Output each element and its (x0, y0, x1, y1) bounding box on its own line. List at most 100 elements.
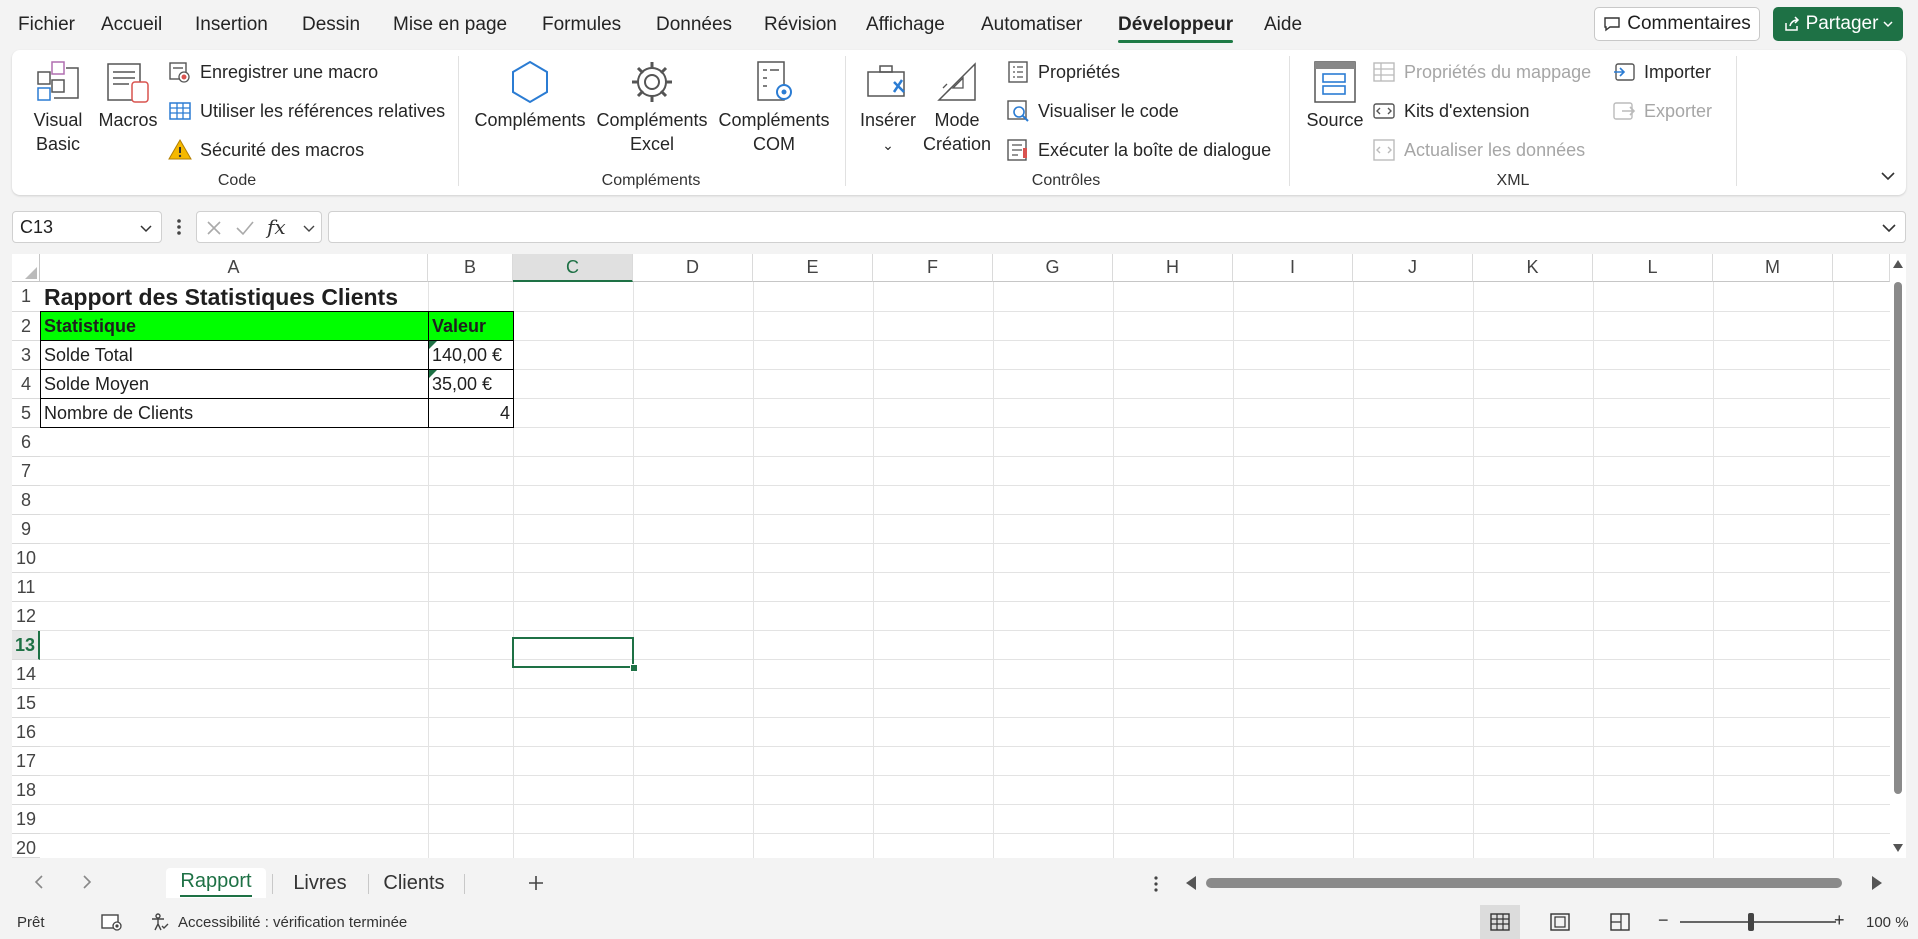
menu-mise-en-page[interactable]: Mise en page (393, 14, 507, 36)
properties-button[interactable]: Propriétés (1006, 58, 1120, 86)
xml-source-button[interactable]: Source (1302, 58, 1368, 132)
menu-accueil[interactable]: Accueil (101, 14, 162, 36)
menu-formules[interactable]: Formules (542, 14, 621, 36)
vertical-scroll-thumb[interactable] (1894, 282, 1902, 794)
expansion-packs-button[interactable]: Kits d'extension (1372, 97, 1530, 125)
accessibility-icon[interactable] (150, 912, 170, 932)
column-header-m[interactable]: M (1713, 254, 1833, 282)
zoom-in-icon[interactable]: + (1834, 910, 1845, 931)
error-indicator-icon[interactable] (429, 370, 437, 378)
share-button[interactable]: Partager (1773, 7, 1903, 41)
scroll-left-arrow-icon[interactable] (1186, 876, 1196, 890)
more-options-icon[interactable] (174, 216, 184, 238)
spreadsheet-grid[interactable]: A B C D E F G H I J K L M 1 2 3 4 5 6 7 … (12, 254, 1890, 858)
column-header-partial[interactable] (1833, 254, 1890, 282)
cell-b3[interactable]: 140,00 € (428, 340, 514, 370)
row-header-14[interactable]: 14 (12, 660, 40, 689)
fill-handle[interactable] (630, 664, 638, 672)
row-header-8[interactable]: 8 (12, 486, 40, 515)
zoom-level[interactable]: 100 % (1866, 914, 1909, 931)
comments-button[interactable]: Commentaires (1594, 7, 1760, 41)
menu-dessin[interactable]: Dessin (302, 14, 360, 36)
row-header-16[interactable]: 16 (12, 718, 40, 747)
error-indicator-icon[interactable] (429, 341, 437, 349)
map-properties-button[interactable]: Propriétés du mappage (1372, 58, 1591, 86)
row-header-20[interactable]: 20 (12, 834, 40, 858)
menu-automatiser[interactable]: Automatiser (981, 14, 1082, 36)
macros-button[interactable]: Macros (96, 58, 160, 132)
column-header-d[interactable]: D (633, 254, 753, 282)
cell-a4[interactable]: Solde Moyen (40, 369, 429, 399)
expand-formula-chevron-icon[interactable] (1881, 221, 1897, 235)
menu-affichage[interactable]: Affichage (866, 14, 945, 36)
row-header-1[interactable]: 1 (12, 282, 40, 312)
row-header-17[interactable]: 17 (12, 747, 40, 776)
next-sheet-chevron-icon[interactable] (82, 874, 92, 890)
macro-security-button[interactable]: Sécurité des macros (168, 136, 364, 164)
macro-recorder-icon[interactable] (101, 913, 123, 931)
cancel-x-icon[interactable] (205, 219, 223, 237)
cell-a5[interactable]: Nombre de Clients (40, 398, 429, 428)
collapse-ribbon-chevron-icon[interactable] (1880, 168, 1896, 184)
menu-revision[interactable]: Révision (764, 14, 837, 36)
row-header-15[interactable]: 15 (12, 689, 40, 718)
accessibility-status[interactable]: Accessibilité : vérification terminée (178, 914, 407, 931)
cell-b4[interactable]: 35,00 € (428, 369, 514, 399)
page-break-preview-icon[interactable] (1610, 913, 1630, 931)
menu-aide[interactable]: Aide (1264, 14, 1302, 36)
excel-addins-button[interactable]: Compléments Excel (594, 58, 710, 156)
cell-a1-report-title[interactable]: Rapport des Statistiques Clients (41, 283, 511, 312)
sheet-tab-rapport[interactable]: Rapport (166, 868, 266, 898)
record-macro-button[interactable]: Enregistrer une macro (168, 58, 378, 86)
column-header-e[interactable]: E (753, 254, 873, 282)
row-header-9[interactable]: 9 (12, 515, 40, 544)
row-header-10[interactable]: 10 (12, 544, 40, 573)
refresh-data-button[interactable]: Actualiser les données (1372, 136, 1585, 164)
column-header-l[interactable]: L (1593, 254, 1713, 282)
previous-sheet-chevron-icon[interactable] (34, 874, 44, 890)
com-addins-button[interactable]: Compléments COM (716, 58, 832, 156)
cell-b2-header[interactable]: Valeur (428, 311, 514, 341)
menu-fichier[interactable]: Fichier (18, 14, 75, 36)
column-header-h[interactable]: H (1113, 254, 1233, 282)
design-mode-button[interactable]: Mode Création (922, 58, 992, 156)
row-header-13[interactable]: 13 (12, 631, 40, 660)
sheet-tab-livres[interactable]: Livres (278, 868, 362, 898)
visual-basic-button[interactable]: Visual Basic (26, 58, 90, 156)
column-header-c[interactable]: C (513, 254, 633, 282)
row-header-12[interactable]: 12 (12, 602, 40, 631)
selected-cell-c13[interactable] (512, 637, 634, 668)
sheet-tab-clients[interactable]: Clients (372, 868, 456, 898)
row-header-11[interactable]: 11 (12, 573, 40, 602)
menu-developpeur[interactable]: Développeur (1118, 14, 1234, 43)
more-options-icon[interactable] (1152, 874, 1160, 894)
scroll-down-arrow-icon[interactable] (1893, 844, 1903, 852)
row-header-7[interactable]: 7 (12, 457, 40, 486)
relative-references-button[interactable]: Utiliser les références relatives (168, 97, 445, 125)
cell-b5[interactable]: 4 (428, 398, 514, 428)
scroll-up-arrow-icon[interactable] (1893, 260, 1903, 268)
row-header-2[interactable]: 2 (12, 312, 40, 341)
formula-input[interactable] (328, 211, 1906, 243)
column-header-b[interactable]: B (428, 254, 513, 282)
zoom-out-icon[interactable]: − (1658, 910, 1669, 931)
row-header-18[interactable]: 18 (12, 776, 40, 805)
insert-control-button[interactable]: Insérer ⌄ (858, 58, 918, 157)
xml-export-button[interactable]: Exporter (1612, 97, 1712, 125)
cell-a3[interactable]: Solde Total (40, 340, 429, 370)
insert-function-fx-icon[interactable]: fx (267, 215, 286, 239)
column-header-a[interactable]: A (40, 254, 428, 282)
row-header-5[interactable]: 5 (12, 399, 40, 428)
addins-button[interactable]: Compléments (472, 58, 588, 132)
menu-donnees[interactable]: Données (656, 14, 732, 36)
column-header-f[interactable]: F (873, 254, 993, 282)
zoom-slider-thumb[interactable] (1748, 913, 1754, 931)
row-header-19[interactable]: 19 (12, 805, 40, 834)
page-layout-view-icon[interactable] (1550, 913, 1570, 931)
confirm-check-icon[interactable] (235, 219, 255, 237)
row-header-6[interactable]: 6 (12, 428, 40, 457)
xml-import-button[interactable]: Importer (1612, 58, 1711, 86)
name-box[interactable]: C13 (12, 211, 162, 243)
column-header-j[interactable]: J (1353, 254, 1473, 282)
run-dialog-button[interactable]: Exécuter la boîte de dialogue (1006, 136, 1271, 164)
